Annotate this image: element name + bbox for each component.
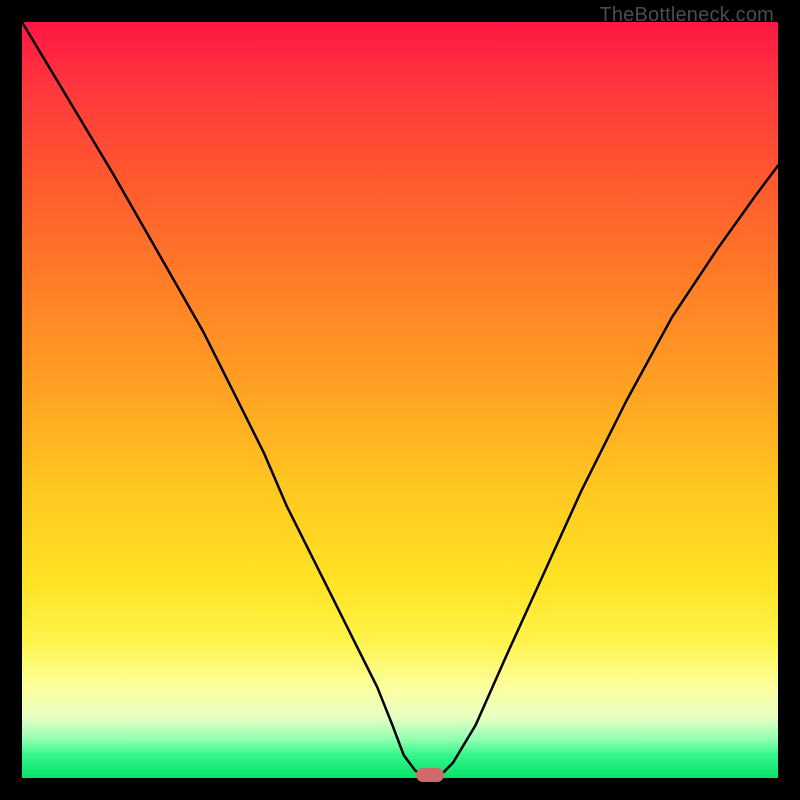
plot-area [22, 22, 778, 778]
chart-frame: TheBottleneck.com [0, 0, 800, 800]
optimum-marker [416, 768, 444, 782]
bottleneck-curve [22, 22, 778, 778]
attribution-text: TheBottleneck.com [599, 4, 774, 27]
